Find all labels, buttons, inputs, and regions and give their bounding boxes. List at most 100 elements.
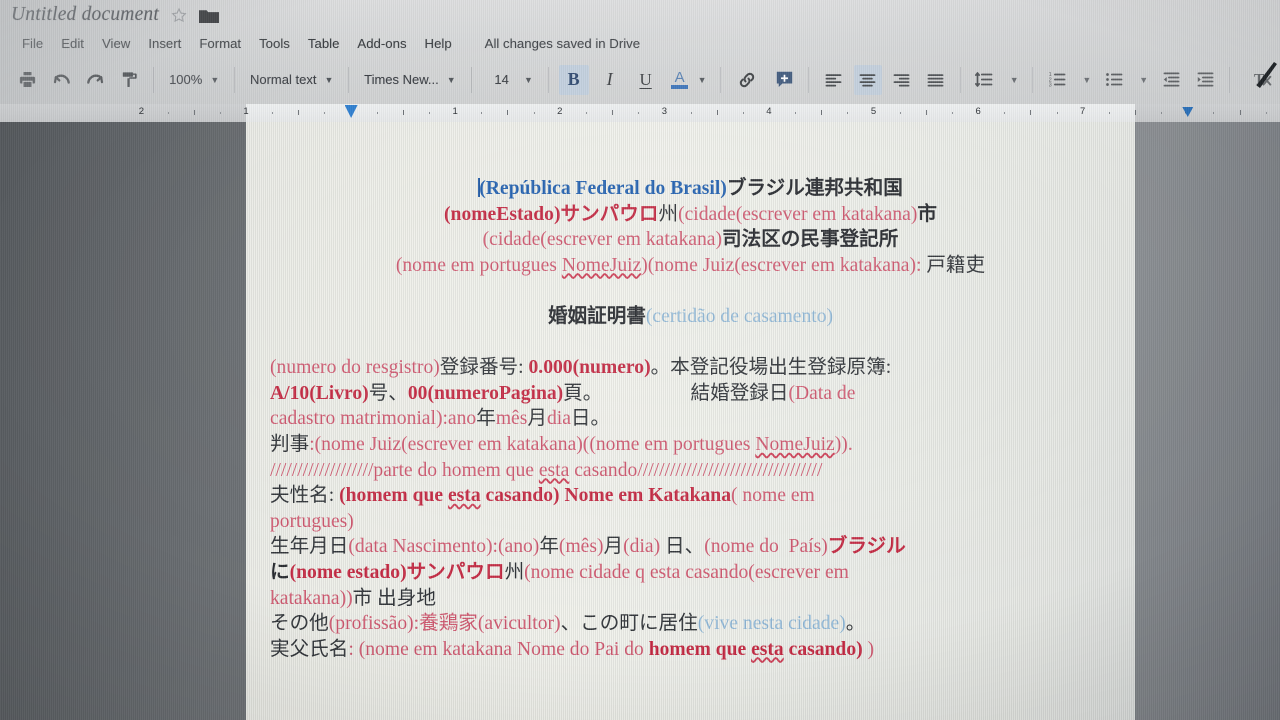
font-size-select[interactable]: 14 ▼ <box>478 65 540 95</box>
text-run: 戸籍吏 <box>926 254 986 276</box>
menu-item-tools[interactable]: Tools <box>250 36 299 51</box>
toolbar-divider <box>153 66 155 93</box>
text-run: homem que <box>648 638 752 660</box>
menu-item-help[interactable]: Help <box>416 36 461 51</box>
doc-line[interactable]: ///////////////////parte do homem que es… <box>270 458 1111 484</box>
menu-item-add-ons[interactable]: Add-ons <box>348 36 415 51</box>
text-run: (nome em portugues <box>395 254 562 276</box>
paint-format-icon[interactable] <box>115 65 143 95</box>
align-justify-icon[interactable] <box>922 65 950 95</box>
save-status-text: All changes saved in Drive <box>484 35 641 51</box>
doc-line[interactable]: 婚姻証明書(certidão de casamento) <box>270 304 1111 330</box>
doc-line[interactable]: 実父氏名: (nome em katakana Nome do Pai do h… <box>270 637 1111 663</box>
chevron-down-icon[interactable]: ▼ <box>1139 75 1148 85</box>
document-canvas[interactable]: (República Federal do Brasil)ブラジル連邦共和国 (n… <box>0 122 1280 720</box>
doc-line[interactable]: 夫性名: (homem que esta casando) Nome em Ka… <box>270 483 1111 509</box>
line-spacing-icon[interactable] <box>971 65 999 95</box>
link-icon[interactable] <box>733 65 761 95</box>
zoom-select[interactable]: 100% ▼ <box>161 65 227 95</box>
bulleted-list-icon[interactable] <box>1100 65 1128 95</box>
doc-line[interactable]: cadastro matrimonial):ano年mês月dia日。 <box>270 406 1111 432</box>
doc-line[interactable]: (nomeEstado)サンパウロ州(cidade(escrever em ka… <box>270 202 1111 228</box>
doc-line[interactable]: 判事:(nome Juiz(escrever em katakana)((nom… <box>270 432 1111 458</box>
chevron-down-icon: ▼ <box>523 74 533 85</box>
zoom-value: 100% <box>169 72 203 87</box>
text-run: (mês) <box>558 536 604 558</box>
text-run: 頁。 <box>563 382 603 404</box>
ruler[interactable]: 2112345678 <box>0 104 1280 122</box>
text-run: 月 <box>603 536 624 558</box>
menu-item-file[interactable]: File <box>13 36 52 51</box>
toolbar-divider <box>470 66 472 93</box>
paragraph-style-select[interactable]: Normal text ▼ <box>242 65 341 95</box>
doc-line[interactable]: (numero do resgistro)登録番号: 0.000(numero)… <box>270 355 1111 381</box>
italic-button[interactable]: I <box>595 65 625 95</box>
text-run: 州 <box>658 203 679 225</box>
font-family-select[interactable]: Times New... ▼ <box>356 65 464 95</box>
document-page[interactable]: (República Federal do Brasil)ブラジル連邦共和国 (n… <box>246 122 1135 720</box>
numbered-list-icon[interactable]: 123 <box>1043 65 1071 95</box>
menu-item-table[interactable]: Table <box>299 36 349 51</box>
doc-line[interactable] <box>270 278 1111 304</box>
underline-button[interactable]: U <box>631 65 661 95</box>
toolbar-divider <box>808 66 809 93</box>
text-run: ( nome em <box>731 485 815 507</box>
chevron-down-icon[interactable]: ▼ <box>1082 75 1091 85</box>
text-run: その他 <box>270 613 329 635</box>
increase-indent-icon[interactable] <box>1191 65 1219 95</box>
text-run: (República Federal do Brasil) <box>479 178 727 199</box>
chevron-down-icon: ▼ <box>210 74 220 85</box>
text-run: esta <box>751 638 784 660</box>
doc-line[interactable]: (cidade(escrever em katakana)司法区の民事登記所 <box>270 227 1111 253</box>
text-run: 日、 <box>660 536 705 558</box>
text-run: katakana)) <box>270 587 353 609</box>
text-run: (nome cidade q esta casando(escrever em <box>524 561 849 583</box>
doc-line[interactable]: に(nome estado)サンパウロ州(nome cidade q esta … <box>270 560 1111 586</box>
pencil-edit-icon[interactable] <box>1244 62 1278 92</box>
chevron-down-icon[interactable]: ▼ <box>1010 75 1019 85</box>
text-run: 司法区の民事登記所 <box>721 229 899 251</box>
doc-line[interactable] <box>270 330 1111 356</box>
text-color-button[interactable]: A <box>667 65 693 95</box>
align-left-icon[interactable] <box>820 65 848 95</box>
align-center-icon[interactable] <box>853 64 882 95</box>
menu-item-format[interactable]: Format <box>190 36 250 51</box>
folder-icon[interactable] <box>199 8 219 23</box>
chevron-down-icon[interactable]: ▼ <box>698 75 707 85</box>
text-run: mês <box>495 408 528 430</box>
toolbar-divider <box>1031 66 1033 93</box>
redo-icon[interactable] <box>81 65 109 95</box>
bold-button[interactable]: B <box>558 64 589 95</box>
text-run <box>602 383 690 404</box>
undo-icon[interactable] <box>47 65 75 95</box>
doc-line[interactable]: portugues) <box>270 509 1111 535</box>
add-comment-icon[interactable] <box>770 65 798 95</box>
doc-line[interactable]: katakana))市 出身地 <box>270 586 1111 612</box>
menu-item-edit[interactable]: Edit <box>52 36 93 51</box>
doc-line[interactable]: 生年月日(data Nascimento):(ano)年(mês)月(dia) … <box>270 534 1111 560</box>
bold-label: B <box>567 69 580 89</box>
document-title[interactable]: Untitled document <box>11 4 159 26</box>
print-icon[interactable] <box>13 65 41 95</box>
text-run: 月 <box>527 408 547 430</box>
star-outline-icon[interactable] <box>171 7 187 23</box>
font-family-value: Times New... <box>364 72 439 87</box>
document-text-body[interactable]: (República Federal do Brasil)ブラジル連邦共和国 (n… <box>246 122 1135 720</box>
doc-line[interactable]: その他(profissão):養鶏家(avicultor)、この町に居住(viv… <box>270 611 1111 637</box>
text-run: (vive nesta cidade) <box>697 613 846 635</box>
menu-item-view[interactable]: View <box>93 36 139 51</box>
doc-line[interactable]: (República Federal do Brasil)ブラジル連邦共和国 <box>270 176 1111 202</box>
doc-line[interactable]: (nome em portugues NomeJuiz)(nome Juiz(e… <box>270 253 1111 279</box>
text-run: cadastro matrimonial):ano <box>270 408 477 430</box>
text-run: サンパウロ <box>560 203 659 225</box>
text-run: portugues) <box>270 510 354 532</box>
underline-label: U <box>639 69 652 89</box>
text-run: 年 <box>476 408 496 430</box>
text-run: NomeJuiz <box>755 433 835 455</box>
menu-item-insert[interactable]: Insert <box>139 36 190 51</box>
doc-line[interactable]: A/10(Livro)号、00(numeroPagina)頁。 結婚登録日(Da… <box>270 381 1111 407</box>
align-right-icon[interactable] <box>888 65 916 95</box>
decrease-indent-icon[interactable] <box>1157 65 1185 95</box>
text-run: (data Nascimento):(ano) <box>348 536 540 558</box>
text-run: 。本登記役場出生登録原簿: <box>650 357 892 379</box>
